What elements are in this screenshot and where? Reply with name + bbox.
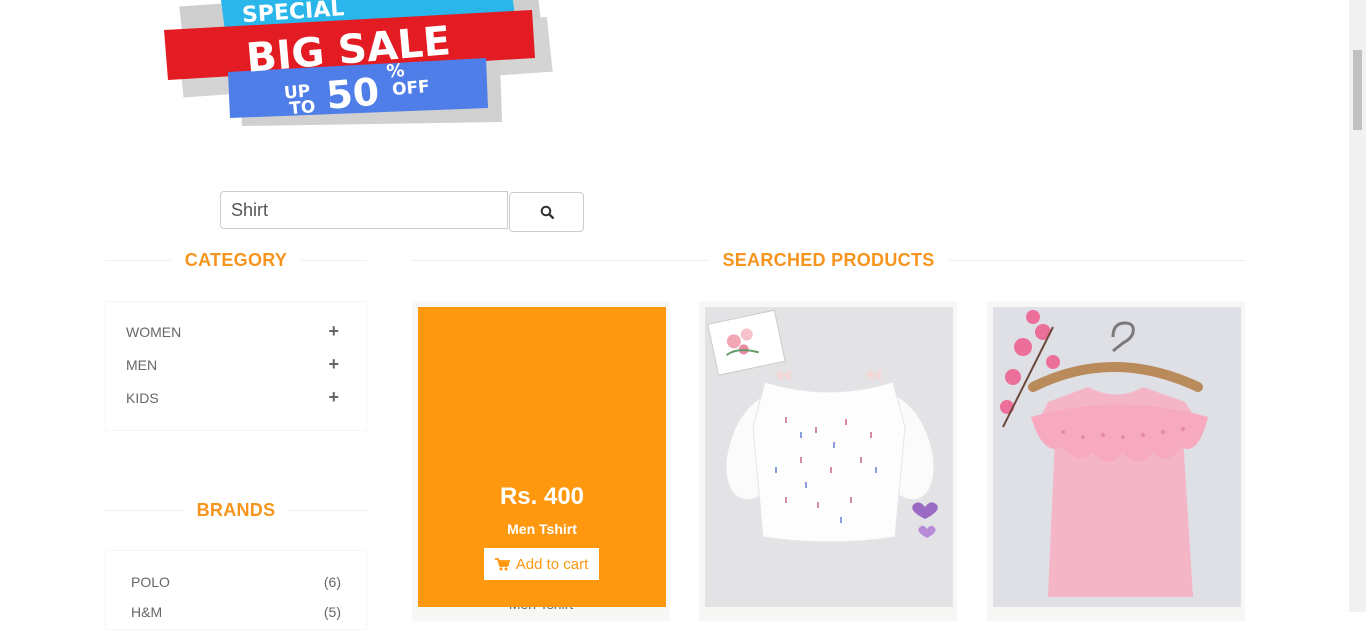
plus-icon[interactable]: + [328,387,339,408]
searched-products-title: SEARCHED PRODUCTS [722,249,935,270]
brand-item-polo[interactable]: POLO (6) [106,567,366,597]
product-name: Men Tshirt [507,521,577,537]
plus-icon[interactable]: + [328,321,339,342]
brands-panel: POLO (6) H&M (5) [105,550,367,630]
sale-banner: SPECIAL BIG SALE UP TO 50 % OFF [160,0,555,130]
brand-label: POLO [131,574,170,590]
search-icon [540,205,554,219]
brand-item-hm[interactable]: H&M (5) [106,597,366,627]
brands-title: BRANDS [196,499,276,520]
scrollbar-thumb[interactable] [1353,50,1362,130]
brand-count: (6) [323,574,341,590]
category-label: MEN [126,356,158,373]
product-card[interactable] [987,301,1245,621]
brand-label: H&M [131,604,163,620]
product-overlay[interactable]: Rs. 400 Men Tshirt Add to cart [418,307,666,607]
brand-count: (5) [323,604,341,620]
category-item-women[interactable]: WOMEN + [106,315,366,348]
product-card[interactable]: Men Tshirt Rs. 400 Men Tshirt Add to car… [412,301,670,621]
category-panel: WOMEN + MEN + KIDS + [105,301,367,431]
product-price: Rs. 400 [499,483,585,510]
product-image-white-top[interactable] [705,307,953,607]
category-item-men[interactable]: MEN + [106,348,366,381]
category-label: WOMEN [126,323,182,340]
brands-heading: BRANDS [105,500,367,520]
category-label: KIDS [126,389,159,406]
search-input[interactable] [220,191,508,229]
product-image-pink-top[interactable] [993,307,1241,607]
banner-off: OFF [391,77,430,100]
page-scrollbar[interactable] [1349,0,1366,612]
add-to-cart-button[interactable]: Add to cart [484,548,599,580]
plus-icon[interactable]: + [328,354,339,375]
searched-products-heading: SEARCHED PRODUCTS [412,250,1245,270]
category-title: CATEGORY [184,249,288,270]
category-item-kids[interactable]: KIDS + [106,381,366,414]
banner-to: TO [289,97,317,119]
shopping-cart-icon [494,557,510,570]
banner-50: 50 [324,69,381,117]
product-card[interactable] [699,301,957,621]
category-heading: CATEGORY [105,250,367,270]
search-button[interactable] [509,192,584,232]
add-to-cart-label: Add to cart [515,555,589,573]
